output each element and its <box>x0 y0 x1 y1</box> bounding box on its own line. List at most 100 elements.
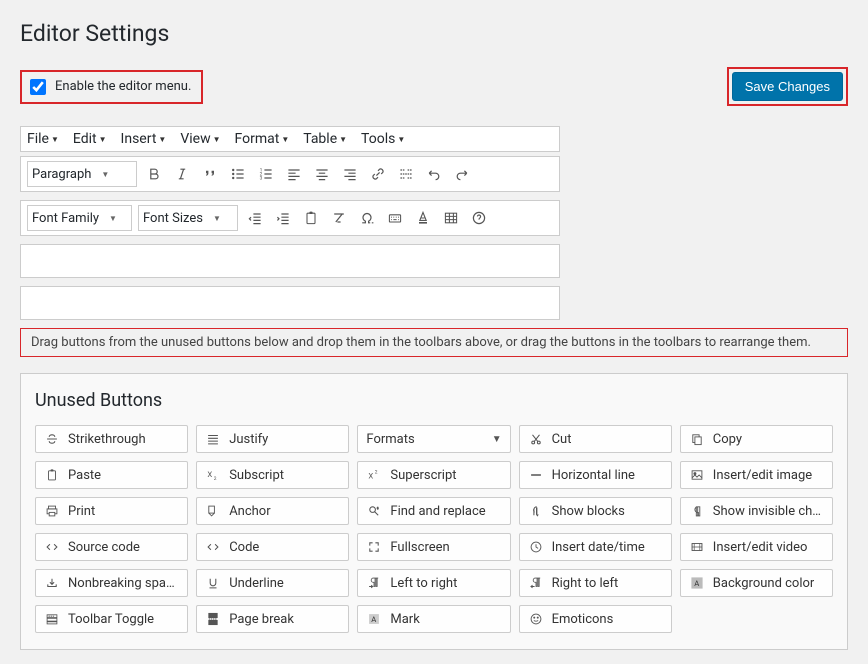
link-icon[interactable] <box>367 163 389 185</box>
unused-show-invisible[interactable]: Show invisible chara... <box>680 497 833 525</box>
unused-emoticons[interactable]: Emoticons <box>519 605 672 633</box>
save-changes-button[interactable]: Save Changes <box>732 72 843 101</box>
toolbar-row-3[interactable] <box>20 244 560 278</box>
redo-icon[interactable] <box>451 163 473 185</box>
svg-text:2: 2 <box>214 476 217 482</box>
menu-file[interactable]: File▼ <box>27 131 59 147</box>
save-highlight: Save Changes <box>727 67 848 106</box>
enable-editor-menu-label: Enable the editor menu. <box>55 79 191 94</box>
format-dropdown[interactable]: Paragraph▼ <box>27 161 137 187</box>
undo-icon[interactable] <box>423 163 445 185</box>
mark-icon: A <box>366 611 382 627</box>
font-family-dropdown[interactable]: Font Family▼ <box>27 205 132 231</box>
unused-underline[interactable]: Underline <box>196 569 349 597</box>
unused-formats[interactable]: Formats▼ <box>357 425 510 453</box>
outdent-icon[interactable] <box>244 207 266 229</box>
emoticons-icon <box>528 611 544 627</box>
unused-fullscreen[interactable]: Fullscreen <box>357 533 510 561</box>
menu-edit[interactable]: Edit▼ <box>73 131 107 147</box>
unused-subscript[interactable]: X2Subscript <box>196 461 349 489</box>
unused-code[interactable]: Code <box>196 533 349 561</box>
unused-anchor[interactable]: Anchor <box>196 497 349 525</box>
unused-source-code[interactable]: Source code <box>35 533 188 561</box>
unused-insert-image[interactable]: Insert/edit image <box>680 461 833 489</box>
unused-background-color[interactable]: ABackground color <box>680 569 833 597</box>
find-replace-icon <box>366 503 382 519</box>
font-sizes-dropdown[interactable]: Font Sizes▼ <box>138 205 238 231</box>
cut-icon <box>528 431 544 447</box>
numbered-list-icon[interactable]: 123 <box>255 163 277 185</box>
superscript-icon: X2 <box>366 467 382 483</box>
show-blocks-icon <box>528 503 544 519</box>
unused-insert-video[interactable]: Insert/edit video <box>680 533 833 561</box>
unused-toolbar-toggle[interactable]: Toolbar Toggle <box>35 605 188 633</box>
menu-table[interactable]: Table▼ <box>303 131 347 147</box>
unused-insert-datetime[interactable]: Insert date/time <box>519 533 672 561</box>
horizontal-line-icon <box>528 467 544 483</box>
copy-icon <box>689 431 705 447</box>
unused-superscript[interactable]: X2Superscript <box>357 461 510 489</box>
unused-justify[interactable]: Justify <box>196 425 349 453</box>
enable-editor-menu-checkbox[interactable] <box>30 79 46 95</box>
menu-insert[interactable]: Insert▼ <box>121 131 167 147</box>
anchor-icon <box>205 503 221 519</box>
editor-menubar: File▼ Edit▼ Insert▼ View▼ Format▼ Table▼… <box>20 126 560 152</box>
page-title: Editor Settings <box>20 20 848 47</box>
unused-mark[interactable]: AMark <box>357 605 510 633</box>
enable-editor-menu-option: Enable the editor menu. <box>20 70 203 104</box>
bold-icon[interactable] <box>143 163 165 185</box>
toolbar-row-1[interactable]: Paragraph▼ 123 <box>20 156 560 192</box>
unused-strikethrough[interactable]: Strikethrough <box>35 425 188 453</box>
keyboard-icon[interactable] <box>384 207 406 229</box>
underline-icon <box>205 575 221 591</box>
special-character-icon[interactable] <box>356 207 378 229</box>
menu-tools[interactable]: Tools▼ <box>361 131 405 147</box>
paste-text-icon[interactable] <box>300 207 322 229</box>
read-more-icon[interactable] <box>395 163 417 185</box>
unused-show-blocks[interactable]: Show blocks <box>519 497 672 525</box>
toolbar-row-4[interactable] <box>20 286 560 320</box>
unused-horizontal-line[interactable]: Horizontal line <box>519 461 672 489</box>
unused-page-break[interactable]: Page break <box>196 605 349 633</box>
unused-find-replace[interactable]: Find and replace <box>357 497 510 525</box>
italic-icon[interactable] <box>171 163 193 185</box>
print-icon <box>44 503 60 519</box>
unused-copy[interactable]: Copy <box>680 425 833 453</box>
unused-print[interactable]: Print <box>35 497 188 525</box>
subscript-icon: X2 <box>205 467 221 483</box>
table-icon[interactable] <box>440 207 462 229</box>
background-color-icon: A <box>689 575 705 591</box>
video-icon <box>689 539 705 555</box>
unused-ltr[interactable]: Left to right <box>357 569 510 597</box>
unused-buttons-panel: Unused Buttons Strikethrough Justify For… <box>20 373 848 650</box>
unused-nonbreaking-space[interactable]: Nonbreaking space <box>35 569 188 597</box>
fullscreen-icon <box>366 539 382 555</box>
nonbreaking-space-icon <box>44 575 60 591</box>
align-left-icon[interactable] <box>283 163 305 185</box>
code-icon <box>205 539 221 555</box>
menu-format[interactable]: Format▼ <box>235 131 290 147</box>
menu-view[interactable]: View▼ <box>180 131 220 147</box>
text-color-icon[interactable] <box>412 207 434 229</box>
help-icon[interactable] <box>468 207 490 229</box>
svg-text:2: 2 <box>375 470 378 476</box>
align-right-icon[interactable] <box>339 163 361 185</box>
indent-icon[interactable] <box>272 207 294 229</box>
align-center-icon[interactable] <box>311 163 333 185</box>
clock-icon <box>528 539 544 555</box>
svg-text:X: X <box>369 472 374 481</box>
unused-cut[interactable]: Cut <box>519 425 672 453</box>
unused-buttons-title: Unused Buttons <box>35 390 833 411</box>
toolbar-row-2[interactable]: Font Family▼ Font Sizes▼ <box>20 200 560 236</box>
clear-formatting-icon[interactable] <box>328 207 350 229</box>
blockquote-icon[interactable] <box>199 163 221 185</box>
bullet-list-icon[interactable] <box>227 163 249 185</box>
chevron-down-icon: ▼ <box>492 434 502 445</box>
unused-paste[interactable]: Paste <box>35 461 188 489</box>
strikethrough-icon <box>44 431 60 447</box>
unused-rtl[interactable]: Right to left <box>519 569 672 597</box>
svg-text:X: X <box>208 470 213 479</box>
svg-text:3: 3 <box>260 176 263 182</box>
ltr-icon <box>366 575 382 591</box>
paste-icon <box>44 467 60 483</box>
